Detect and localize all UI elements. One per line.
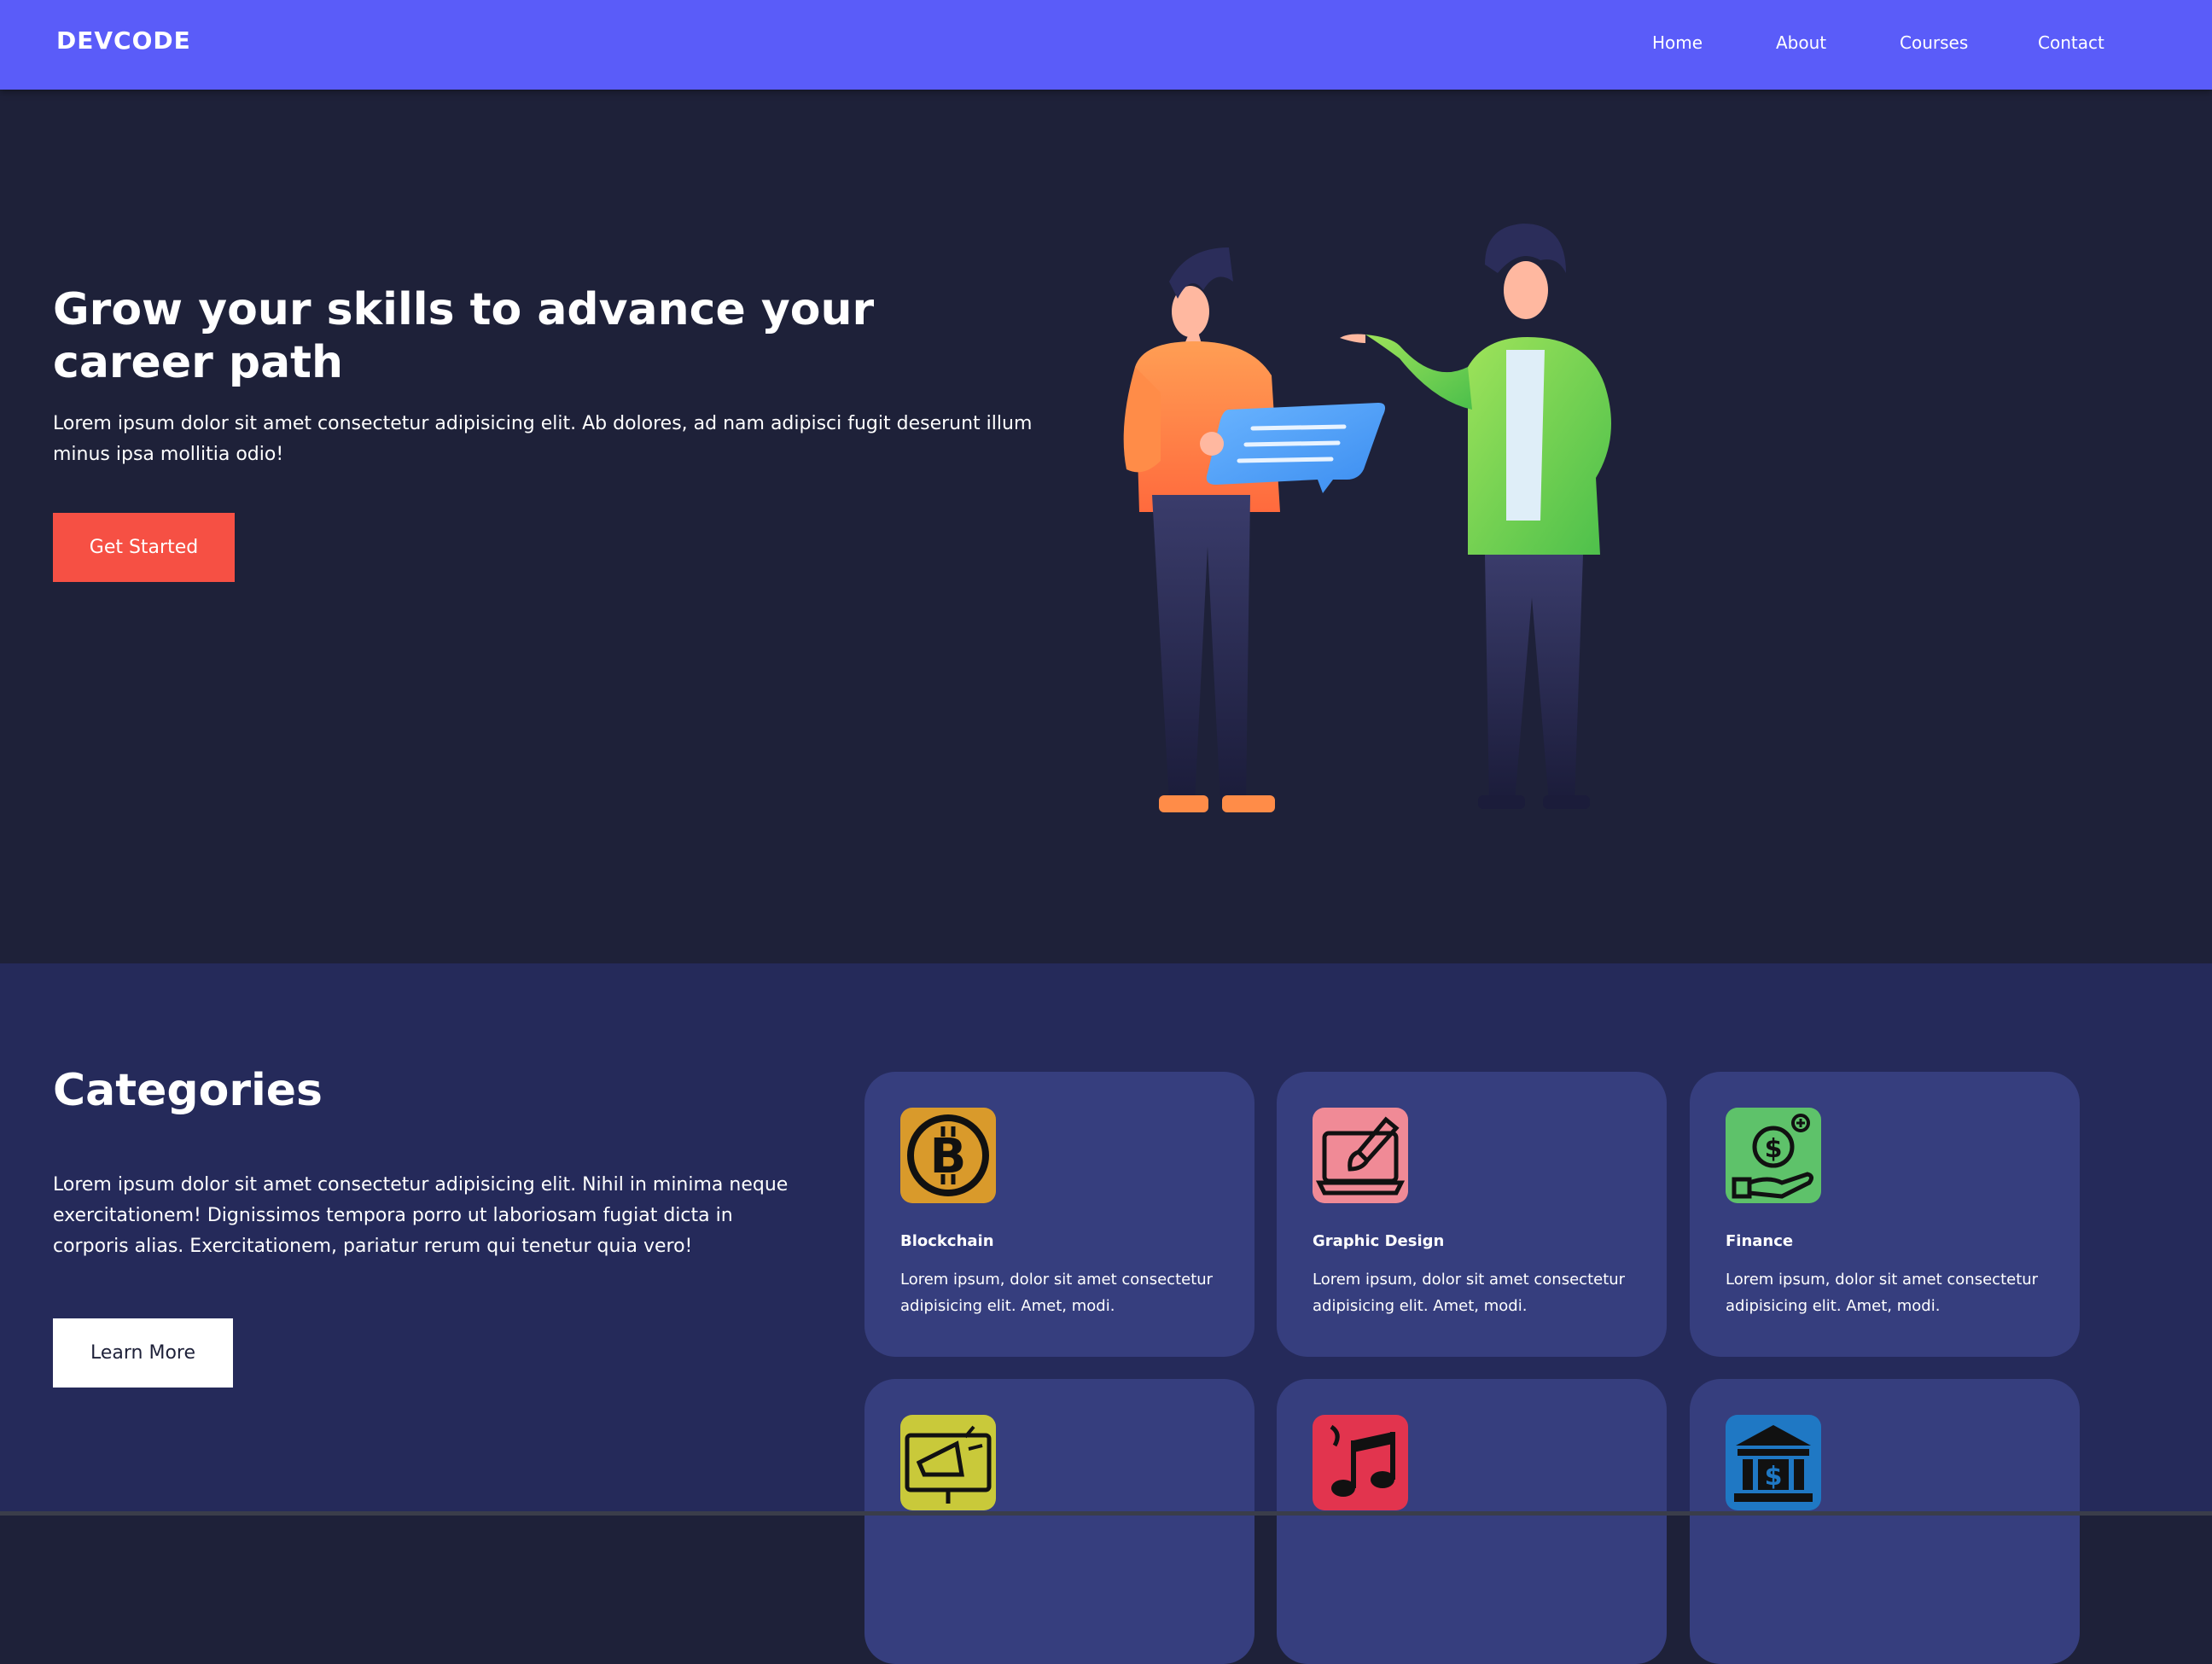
- design-laptop-icon: [1313, 1108, 1408, 1203]
- card-title: Graphic Design: [1313, 1232, 1445, 1250]
- category-card-blockchain[interactable]: B Blockchain Lorem ipsum, dolor sit amet…: [864, 1072, 1254, 1357]
- nav-link-about[interactable]: About: [1776, 32, 1826, 53]
- bank-icon: $: [1726, 1415, 1821, 1510]
- category-card-graphic-design[interactable]: Graphic Design Lorem ipsum, dolor sit am…: [1277, 1072, 1667, 1357]
- bitcoin-icon: B: [900, 1108, 996, 1203]
- category-card-marketing[interactable]: [864, 1379, 1254, 1664]
- nav-link-contact[interactable]: Contact: [2038, 32, 2104, 53]
- category-card-music[interactable]: [1277, 1379, 1667, 1664]
- nav-links: Home About Courses Contact: [0, 32, 2212, 58]
- hero-section: Grow your skills to advance your career …: [0, 90, 2212, 963]
- navbar: DEVCODE Home About Courses Contact: [0, 0, 2212, 90]
- card-description: Lorem ipsum, dolor sit amet consectetur …: [900, 1271, 1214, 1315]
- get-started-button[interactable]: Get Started: [53, 513, 235, 582]
- learn-more-button[interactable]: Learn More: [53, 1318, 233, 1388]
- svg-text:B: B: [930, 1129, 967, 1184]
- categories-title: Categories: [53, 1065, 323, 1116]
- category-card-banking[interactable]: $: [1690, 1379, 2080, 1664]
- hero-text: Lorem ipsum dolor sit amet consectetur a…: [53, 413, 1033, 465]
- nav-link-courses[interactable]: Courses: [1900, 32, 1968, 53]
- hero-title: Grow your skills to advance your career …: [53, 284, 875, 388]
- svg-text:$: $: [1765, 1462, 1783, 1492]
- card-description: Lorem ipsum, dolor sit amet consectetur …: [1726, 1271, 2039, 1315]
- nav-link-home[interactable]: Home: [1652, 32, 1703, 53]
- two-people-discussing-illustration: [1123, 224, 1611, 812]
- card-title: Blockchain: [900, 1232, 994, 1250]
- finance-hand-coin-icon: $: [1726, 1108, 1821, 1203]
- category-card-finance[interactable]: $ Finance Lorem ipsum, dolor sit amet co…: [1690, 1072, 2080, 1357]
- music-notes-icon: [1313, 1415, 1408, 1510]
- categories-section: Categories Lorem ipsum dolor sit amet co…: [0, 963, 2212, 1664]
- svg-text:$: $: [1765, 1134, 1783, 1164]
- categories-text: Lorem ipsum dolor sit amet consectetur a…: [53, 1174, 789, 1257]
- card-description: Lorem ipsum, dolor sit amet consectetur …: [1313, 1271, 1626, 1315]
- window-bottom-edge: [0, 1511, 2212, 1516]
- card-title: Finance: [1726, 1232, 1794, 1250]
- marketing-megaphone-icon: [900, 1415, 996, 1510]
